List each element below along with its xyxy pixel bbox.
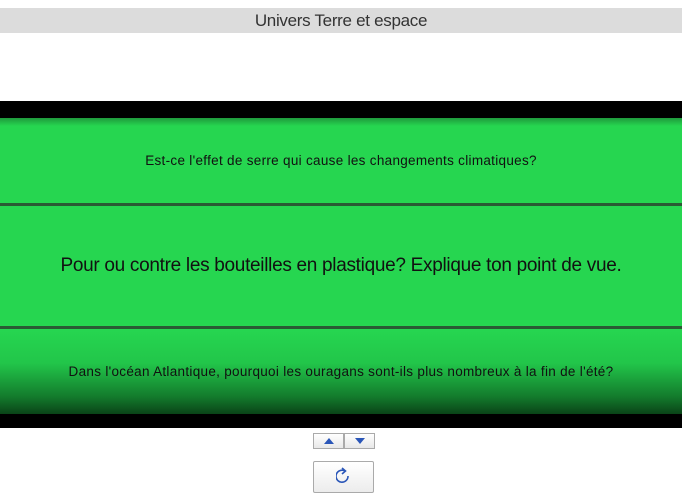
question-text: Dans l'océan Atlantique, pourquoi les ou… [68, 364, 614, 379]
scroll-up-button[interactable] [313, 433, 344, 449]
refresh-button[interactable] [313, 461, 374, 493]
refresh-icon [335, 467, 349, 483]
triangle-up-icon [323, 438, 334, 444]
question-card-current[interactable]: Pour ou contre les bouteilles en plastiq… [0, 206, 682, 326]
question-text: Est-ce l'effet de serre qui cause les ch… [145, 153, 537, 168]
page-title: Univers Terre et espace [0, 8, 682, 33]
question-card-next[interactable]: Dans l'océan Atlantique, pourquoi les ou… [0, 329, 682, 414]
triangle-down-icon [354, 438, 365, 444]
scroll-controls [313, 433, 375, 449]
question-text: Pour ou contre les bouteilles en plastiq… [60, 255, 622, 276]
scroll-down-button[interactable] [344, 433, 375, 449]
question-card-previous[interactable]: Est-ce l'effet de serre qui cause les ch… [0, 118, 682, 203]
